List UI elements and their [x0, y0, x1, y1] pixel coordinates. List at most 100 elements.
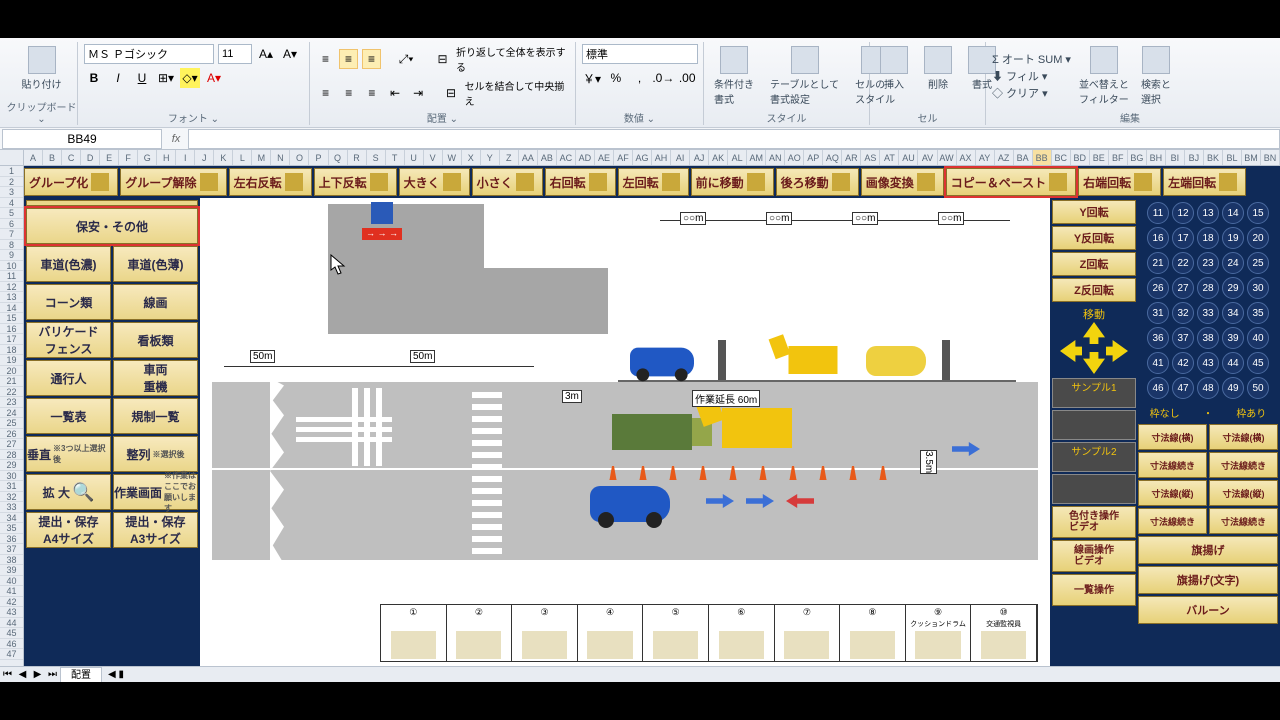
name-box[interactable] [2, 129, 162, 149]
palette-btn-6-0[interactable]: 垂直※3つ以上選択後 [26, 436, 111, 472]
bold-button[interactable]: B [84, 68, 104, 88]
num-chip[interactable]: 42 [1172, 352, 1194, 374]
italic-button[interactable]: I [108, 68, 128, 88]
num-chip[interactable]: 15 [1247, 202, 1269, 224]
paste-button[interactable]: 貼り付け [12, 44, 71, 93]
toolbar-6[interactable]: 右回転 [545, 168, 616, 196]
toolbar-3[interactable]: 上下反転 [314, 168, 397, 196]
shrink-font-button[interactable]: A▾ [280, 44, 300, 64]
palette-btn-6-1[interactable]: 整列※選択後 [113, 436, 198, 472]
sheet-nav-prev[interactable]: ◀ [15, 669, 30, 680]
num-chip[interactable]: 33 [1197, 302, 1219, 324]
dim-btn[interactable]: 寸法線(縦) [1209, 480, 1278, 506]
num-chip[interactable]: 27 [1172, 277, 1194, 299]
num-chip[interactable]: 23 [1197, 252, 1219, 274]
font-color-button[interactable]: A▾ [204, 68, 224, 88]
num-chip[interactable]: 28 [1197, 277, 1219, 299]
move-left[interactable] [1060, 340, 1082, 362]
num-chip[interactable]: 48 [1197, 377, 1219, 399]
dim-btn[interactable]: 寸法線続き [1209, 508, 1278, 534]
toolbar-11[interactable]: コピー＆ペースト [946, 168, 1076, 196]
palette-btn-7-1[interactable]: 作業画面※作業はここでお願いします [113, 474, 198, 510]
num-chip[interactable]: 38 [1197, 327, 1219, 349]
toolbar-0[interactable]: グループ化 [24, 168, 118, 196]
palette-btn-4-1[interactable]: 車両 重機 [113, 360, 198, 396]
sheet-nav-last[interactable]: ⏭ [45, 669, 60, 680]
toolbar-13[interactable]: 左端回転 [1163, 168, 1246, 196]
clear-button[interactable]: ◇ クリア ▾ [992, 85, 1071, 101]
num-chip[interactable]: 30 [1247, 277, 1269, 299]
num-chip[interactable]: 13 [1197, 202, 1219, 224]
palette-btn-1-0[interactable]: 車道(色濃) [26, 246, 111, 282]
num-chip[interactable]: 50 [1247, 377, 1269, 399]
num-chip[interactable]: 47 [1172, 377, 1194, 399]
num-chip[interactable]: 31 [1147, 302, 1169, 324]
num-chip[interactable]: 22 [1172, 252, 1194, 274]
num-chip[interactable]: 26 [1147, 277, 1169, 299]
toolbar-8[interactable]: 前に移動 [691, 168, 774, 196]
orientation-button[interactable]: ⤢▾ [397, 49, 416, 69]
num-chip[interactable]: 40 [1247, 327, 1269, 349]
merge-button[interactable]: ⊟ [441, 83, 460, 103]
align-right[interactable]: ≡ [362, 83, 381, 103]
palette-btn-0-0[interactable]: 保安・その他 [26, 208, 198, 244]
num-chip[interactable]: 46 [1147, 377, 1169, 399]
align-top[interactable]: ≡ [316, 49, 335, 69]
align-bottom[interactable]: ≡ [362, 49, 381, 69]
num-chip[interactable]: 11 [1147, 202, 1169, 224]
palette-btn-3-0[interactable]: バリケード フェンス [26, 322, 111, 358]
num-chip[interactable]: 34 [1222, 302, 1244, 324]
fill-color-button[interactable]: ◇▾ [180, 68, 200, 88]
move-right[interactable] [1106, 340, 1128, 362]
toolbar-7[interactable]: 左回転 [618, 168, 689, 196]
num-chip[interactable]: 45 [1247, 352, 1269, 374]
palette-btn-3-1[interactable]: 看板類 [113, 322, 198, 358]
extra-btn[interactable]: 旗揚げ(文字) [1138, 566, 1278, 594]
fill-button[interactable]: ⬇ フィル ▾ [992, 68, 1071, 84]
wrap-text-button[interactable]: ⊟ [433, 49, 452, 69]
row-headers[interactable]: 1234567891011121314151617181920212223242… [0, 166, 24, 666]
font-name-combo[interactable] [84, 44, 214, 64]
palette-btn-1-1[interactable]: 車道(色薄) [113, 246, 198, 282]
find-select-button[interactable]: 検索と 選択 [1137, 44, 1175, 108]
num-chip[interactable]: 24 [1222, 252, 1244, 274]
dim-btn[interactable]: 寸法線(横) [1138, 424, 1207, 450]
transform-btn[interactable]: Y回転 [1052, 200, 1136, 224]
num-chip[interactable]: 37 [1172, 327, 1194, 349]
transform-btn[interactable]: Y反回転 [1052, 226, 1136, 250]
num-chip[interactable]: 39 [1222, 327, 1244, 349]
video-btn[interactable]: 線画操作 ビデオ [1052, 540, 1136, 572]
grow-font-button[interactable]: A▴ [256, 44, 276, 64]
palette-btn-4-0[interactable]: 通行人 [26, 360, 111, 396]
sort-filter-button[interactable]: 並べ替えと フィルター [1075, 44, 1133, 108]
palette-btn-2-0[interactable]: コーン類 [26, 284, 111, 320]
num-chip[interactable]: 21 [1147, 252, 1169, 274]
toolbar-5[interactable]: 小さく [472, 168, 543, 196]
inc-decimal[interactable]: .0→ [653, 68, 673, 88]
toolbar-9[interactable]: 後ろ移動 [776, 168, 859, 196]
dim-btn[interactable]: 寸法線続き [1138, 508, 1207, 534]
num-chip[interactable]: 20 [1247, 227, 1269, 249]
num-chip[interactable]: 43 [1197, 352, 1219, 374]
drawing-canvas[interactable]: → → → 50m 50m [200, 198, 1050, 666]
sheet-tab[interactable]: 配置 [60, 667, 102, 682]
num-chip[interactable]: 41 [1147, 352, 1169, 374]
formula-input[interactable] [188, 129, 1280, 149]
num-chip[interactable]: 29 [1222, 277, 1244, 299]
palette-btn-2-1[interactable]: 線画 [113, 284, 198, 320]
palette-btn-8-0[interactable]: 提出・保存 A4サイズ [26, 512, 111, 548]
align-left[interactable]: ≡ [316, 83, 335, 103]
dim-btn[interactable]: 寸法線(縦) [1138, 480, 1207, 506]
underline-button[interactable]: U [132, 68, 152, 88]
palette-btn-5-0[interactable]: 一覧表 [26, 398, 111, 434]
percent-button[interactable]: % [606, 68, 626, 88]
num-chip[interactable]: 16 [1147, 227, 1169, 249]
toolbar-1[interactable]: グループ解除 [120, 168, 226, 196]
number-format-combo[interactable] [582, 44, 698, 64]
num-chip[interactable]: 36 [1147, 327, 1169, 349]
palette-btn-5-1[interactable]: 規制一覧 [113, 398, 198, 434]
video-btn[interactable]: 色付き操作 ビデオ [1052, 506, 1136, 538]
toolbar-12[interactable]: 右端回転 [1078, 168, 1161, 196]
delete-button[interactable]: 削除 [920, 44, 956, 93]
transform-btn[interactable]: Z反回転 [1052, 278, 1136, 302]
